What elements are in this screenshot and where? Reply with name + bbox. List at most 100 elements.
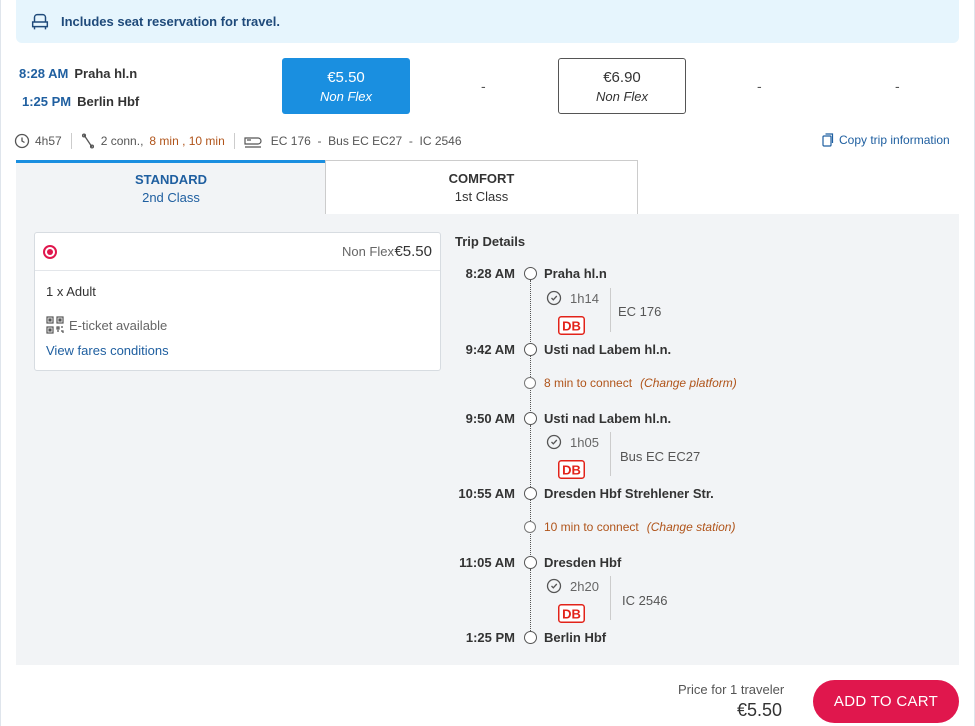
stop-name: Berlin Hbf bbox=[544, 630, 607, 645]
stop-time: 8:28 AM bbox=[465, 266, 515, 281]
connection-note: (Change platform) bbox=[640, 376, 737, 390]
db-logo-text: DB bbox=[562, 463, 581, 478]
leg-duration-value: 2h20 bbox=[570, 578, 599, 594]
stop-time: 10:55 AM bbox=[458, 486, 515, 501]
leg-duration: 1h14 bbox=[546, 290, 599, 306]
fare-card: Non Flex €5.50 1 x Adult E-ticket availa… bbox=[34, 232, 441, 371]
stop-marker bbox=[524, 267, 537, 280]
timeline-segment bbox=[530, 569, 531, 631]
connection-info: 10 min to connect (Change station) bbox=[524, 520, 735, 534]
fare-card-price: €5.50 bbox=[394, 243, 432, 260]
divider bbox=[610, 576, 611, 620]
connection-text: 8 min to connect bbox=[544, 376, 633, 390]
stop-time: 9:42 AM bbox=[465, 342, 515, 357]
leg-duration: 2h20 bbox=[546, 578, 599, 594]
fare-option-comfort[interactable]: €6.90 Non Flex bbox=[558, 58, 686, 114]
db-logo: DB bbox=[558, 604, 585, 623]
tab-title: STANDARD bbox=[135, 172, 207, 187]
fare-unavailable: - bbox=[481, 78, 486, 94]
fare-card-type: Non Flex bbox=[341, 244, 394, 259]
banner-text: Includes seat reservation for travel. bbox=[61, 14, 280, 29]
tab-standard[interactable]: STANDARD 2nd Class bbox=[16, 160, 326, 214]
connection-icon bbox=[524, 377, 536, 389]
add-to-cart-button[interactable]: ADD TO CART bbox=[813, 680, 959, 723]
stop-time: 11:05 AM bbox=[459, 555, 515, 570]
connection-count: 2 conn., bbox=[100, 134, 144, 148]
seat-reservation-banner: Includes seat reservation for travel. bbox=[16, 0, 959, 43]
stop-marker bbox=[524, 556, 537, 569]
stop-name: Usti nad Labem hl.n. bbox=[544, 342, 672, 357]
stop-name: Praha hl.n bbox=[544, 266, 607, 281]
stop-marker bbox=[524, 487, 537, 500]
total-price: €5.50 bbox=[737, 700, 783, 720]
stop-name: Dresden Hbf Strehlener Str. bbox=[544, 486, 714, 501]
qr-code-icon bbox=[46, 316, 64, 334]
eticket-label: E-ticket available bbox=[69, 317, 168, 333]
seat-icon bbox=[31, 13, 49, 29]
divider bbox=[233, 133, 235, 149]
tab-title: COMFORT bbox=[448, 171, 515, 186]
arrival-row: 1:25 PM Berlin Hbf bbox=[22, 94, 139, 109]
db-logo: DB bbox=[558, 316, 585, 335]
price-label: Price for 1 traveler bbox=[678, 682, 785, 697]
fare-unavailable: - bbox=[895, 78, 900, 94]
connection-note: (Change station) bbox=[646, 520, 736, 534]
view-fares-conditions-link[interactable]: View fares conditions bbox=[46, 343, 169, 358]
timeline-segment bbox=[530, 425, 531, 487]
tab-comfort[interactable]: COMFORT 1st Class bbox=[325, 160, 638, 214]
clock-icon bbox=[14, 133, 30, 149]
stop-time: 9:50 AM bbox=[465, 411, 515, 426]
connection-text: 10 min to connect bbox=[544, 520, 639, 534]
train-services: EC 176 - Bus EC EC27 - IC 2546 bbox=[270, 134, 462, 148]
clock-icon bbox=[546, 434, 562, 450]
timeline-segment bbox=[530, 280, 531, 342]
fare-price: €5.50 bbox=[327, 68, 365, 86]
leg-duration-value: 1h05 bbox=[570, 434, 599, 450]
connections-icon bbox=[81, 133, 94, 149]
divider bbox=[610, 432, 611, 476]
leg-service: Bus EC EC27 bbox=[620, 449, 701, 464]
fare-option-standard[interactable]: €5.50 Non Flex bbox=[282, 58, 410, 114]
fare-card-header: Non Flex €5.50 bbox=[35, 233, 440, 271]
connection-times: 8 min , 10 min bbox=[149, 134, 225, 148]
leg-duration: 1h05 bbox=[546, 434, 599, 450]
db-logo-text: DB bbox=[562, 319, 581, 334]
tab-subtitle: 2nd Class bbox=[142, 190, 200, 205]
frame-border-left bbox=[0, 0, 1, 726]
divider bbox=[610, 288, 611, 332]
stop-marker bbox=[524, 343, 537, 356]
fare-type: Non Flex bbox=[319, 88, 373, 104]
fare-unavailable: - bbox=[757, 78, 762, 94]
leg-service: EC 176 bbox=[618, 304, 662, 319]
stop-name: Usti nad Labem hl.n. bbox=[544, 411, 672, 426]
trip-summary: 4h57 2 conn., 8 min , 10 min EC 176 - Bu… bbox=[14, 133, 462, 149]
fare-price: €6.90 bbox=[603, 68, 641, 86]
leg-duration-value: 1h14 bbox=[570, 290, 599, 306]
trip-duration: 4h57 bbox=[35, 134, 62, 148]
connection-info: 8 min to connect (Change platform) bbox=[524, 376, 737, 390]
arrival-time: 1:25 PM bbox=[22, 94, 72, 109]
passenger-count: 1 x Adult bbox=[46, 284, 96, 299]
trip-details-title: Trip Details bbox=[455, 234, 526, 249]
tab-subtitle: 1st Class bbox=[454, 189, 509, 204]
fare-type: Non Flex bbox=[595, 88, 649, 104]
clock-icon bbox=[546, 578, 562, 594]
connection-icon bbox=[524, 521, 536, 533]
copy-trip-information-button[interactable]: Copy trip information bbox=[822, 133, 950, 147]
copy-label: Copy trip information bbox=[839, 133, 950, 147]
eticket-info: E-ticket available bbox=[46, 316, 167, 334]
copy-icon bbox=[822, 133, 834, 147]
departure-row: 8:28 AM Praha hl.n bbox=[19, 66, 137, 81]
leg-service: IC 2546 bbox=[622, 593, 668, 608]
fare-radio[interactable] bbox=[43, 244, 57, 259]
stop-marker bbox=[524, 631, 537, 644]
stop-name: Dresden Hbf bbox=[544, 555, 622, 570]
clock-icon bbox=[546, 290, 562, 306]
departure-station: Praha hl.n bbox=[74, 66, 138, 81]
train-icon bbox=[244, 137, 262, 148]
divider bbox=[70, 133, 72, 149]
db-logo-text: DB bbox=[562, 607, 581, 622]
stop-marker bbox=[524, 412, 537, 425]
departure-time: 8:28 AM bbox=[19, 66, 69, 81]
db-logo: DB bbox=[558, 460, 585, 479]
